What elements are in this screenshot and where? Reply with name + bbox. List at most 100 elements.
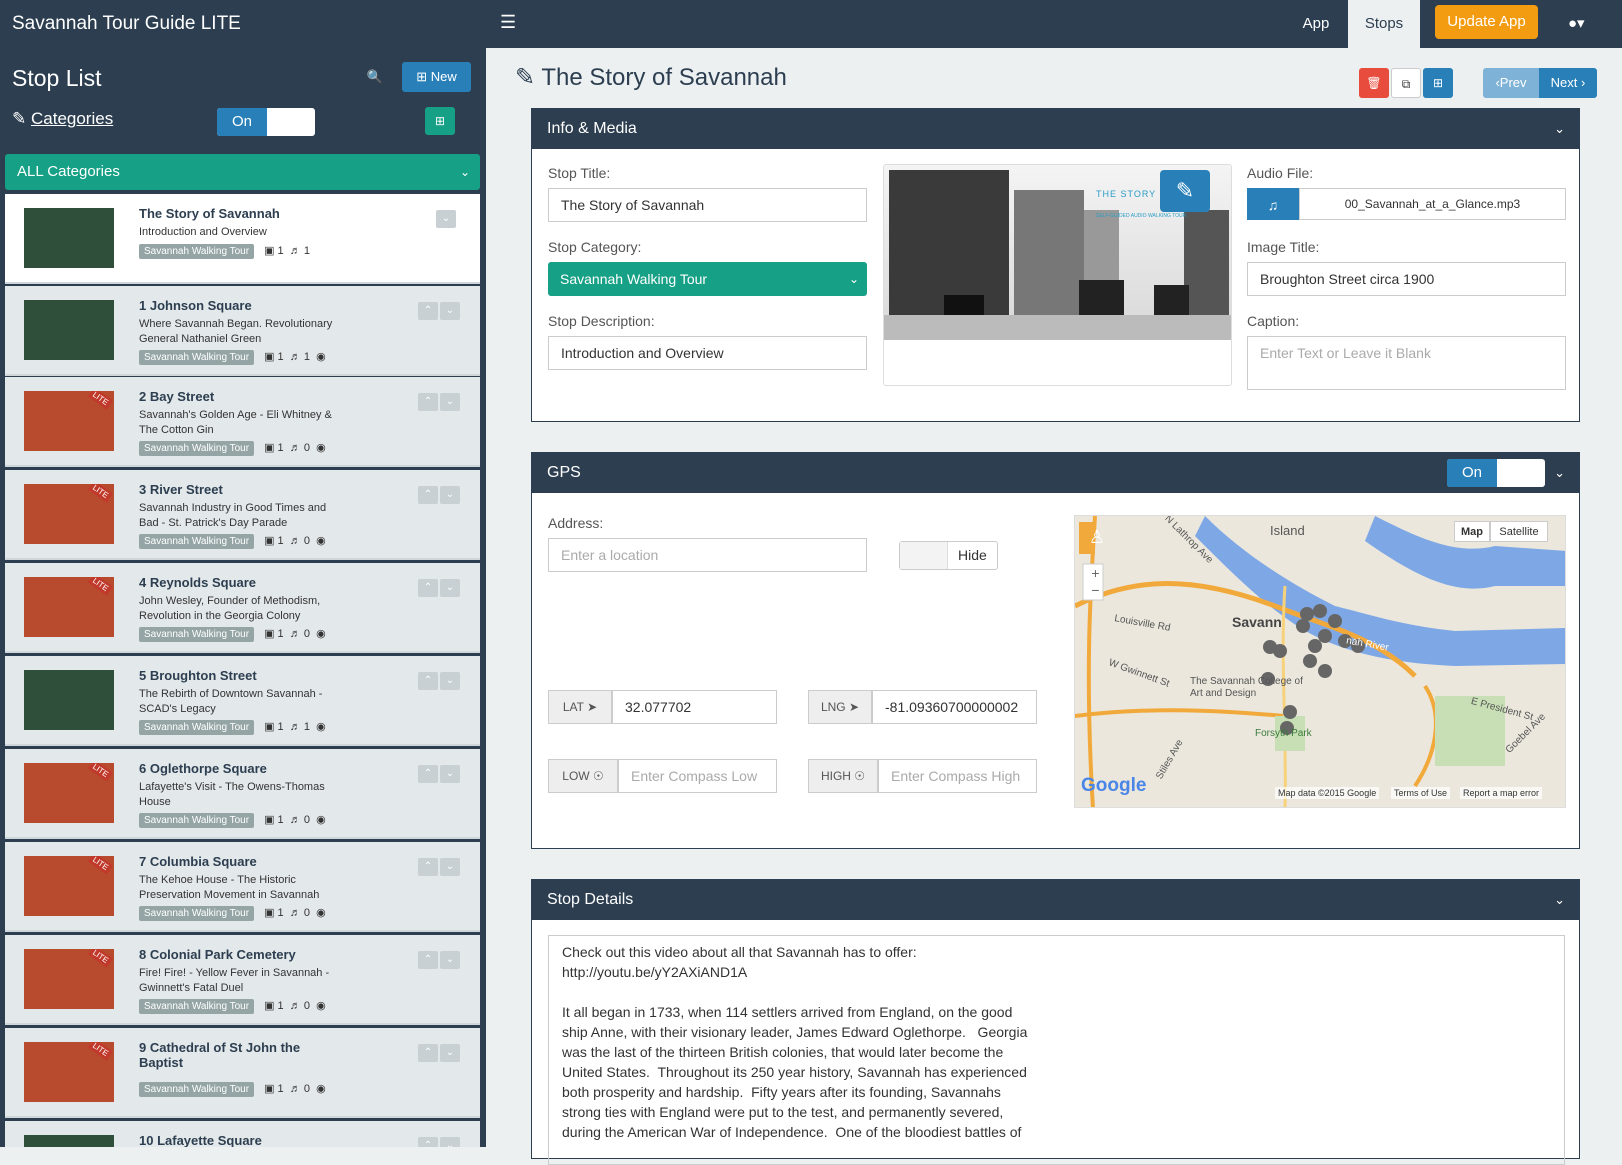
map-label-savannah: Savann — [1232, 614, 1282, 630]
categories-toggle[interactable]: On — [217, 108, 315, 136]
prev-label: Prev — [1499, 75, 1527, 90]
chevron-down-icon[interactable]: ⌄ — [440, 302, 460, 320]
image-title-input[interactable]: Broughton Street circa 1900 — [1247, 262, 1566, 296]
compass-low-input[interactable]: Enter Compass Low — [618, 759, 777, 793]
image-icon: ▣ — [264, 245, 275, 257]
audio-count: 0 — [303, 814, 310, 826]
info-media-header[interactable]: Info & Media ⌄ — [532, 109, 1579, 149]
compass-high-input[interactable]: Enter Compass High — [878, 759, 1037, 793]
user-menu-icon[interactable]: ●▾ — [1568, 14, 1585, 32]
stop-item-title: 8 Colonial Park Cemetery — [139, 947, 296, 962]
chevron-down-icon[interactable]: ⌄ — [440, 951, 460, 969]
stop-list-item[interactable]: 1 Johnson Square Where Savannah Began. Re… — [5, 286, 480, 376]
nav-stops[interactable]: Stops — [1348, 0, 1420, 48]
stop-list-item[interactable]: LITE 2 Bay Street Savannah's Golden Age - … — [5, 377, 480, 467]
headphones-icon[interactable]: ♫ — [1247, 188, 1299, 220]
stop-item-description: Fire! Fire! - Yellow Fever in Savannah -… — [139, 967, 330, 994]
stop-item-meta: Savannah Walking Tour ▣ 1 ♬ 0 ◉ — [139, 627, 326, 642]
stop-list-item[interactable]: 5 Broughton Street The Rebirth of Downtow… — [5, 656, 480, 746]
nav-app[interactable]: App — [1287, 0, 1345, 48]
chevron-up-icon[interactable]: ⌃ — [418, 672, 438, 690]
volume-icon: ♬ — [289, 628, 301, 640]
copy-icon[interactable]: ⧉ — [1391, 68, 1421, 98]
stop-details-editor[interactable]: Check out this video about all that Sava… — [548, 935, 1565, 1165]
prev-button[interactable]: ‹Prev — [1483, 68, 1539, 98]
categories-link[interactable]: ✎ Categories — [12, 109, 113, 129]
chevron-up-icon[interactable]: ⌃ — [418, 1137, 438, 1147]
hide-toggle[interactable]: Hide — [899, 541, 998, 570]
menu-toggle-icon[interactable]: ☰ — [500, 12, 516, 33]
map-type-map-button[interactable]: Map — [1454, 521, 1490, 542]
chevron-up-icon[interactable]: ⌃ — [418, 858, 438, 876]
chevron-up-icon[interactable]: ⌃ — [418, 486, 438, 504]
next-button[interactable]: Next › — [1539, 68, 1597, 98]
caption-textarea[interactable]: Enter Text or Leave it Blank — [1247, 336, 1566, 390]
lat-label: LAT — [562, 700, 584, 714]
stop-list-item[interactable]: LITE 6 Oglethorpe Square Lafayette's Visit… — [5, 749, 480, 839]
chevron-down-icon[interactable]: ⌄ — [440, 486, 460, 504]
lng-input[interactable]: -81.09360700000002 — [872, 690, 1037, 724]
chevron-up-icon[interactable]: ⌃ — [418, 393, 438, 411]
chevron-down-icon[interactable]: ⌄ — [440, 765, 460, 783]
audio-file-input[interactable]: 00_Savannah_at_a_Glance.mp3 — [1299, 188, 1566, 220]
reorder-controls: ⌃ ⌄ — [418, 856, 462, 876]
lat-input[interactable]: 32.077702 — [612, 690, 777, 724]
map-type-satellite-button[interactable]: Satellite — [1490, 521, 1548, 542]
stop-list-item[interactable]: 10 Lafayette SquareThe Notable Frenchman… — [5, 1121, 480, 1147]
image-count: 1 — [277, 351, 284, 363]
chevron-up-icon[interactable]: ⌃ — [418, 302, 438, 320]
address-input[interactable]: Enter a location — [548, 538, 867, 572]
chevron-up-icon[interactable]: ⌃ — [418, 1044, 438, 1062]
category-filter-select[interactable]: ALL Categories ⌄ — [5, 154, 480, 190]
stop-list-item[interactable]: LITE 7 Columbia Square The Kehoe House - T… — [5, 842, 480, 932]
chevron-down-icon[interactable]: ⌄ — [440, 1044, 460, 1062]
google-logo: Google — [1081, 775, 1147, 796]
chevron-up-icon[interactable]: ⌃ — [418, 765, 438, 783]
app-brand[interactable]: Savannah Tour Guide LITE — [12, 13, 241, 35]
stop-item-description: Where Savannah Began. Revolutionary Gene… — [139, 318, 333, 345]
stop-item-meta: Savannah Walking Tour ▣ 1 ♬ 1 ◉ — [139, 350, 326, 365]
chevron-down-icon[interactable]: ⌄ — [436, 210, 456, 228]
stop-list-item[interactable]: The Story of Savannah Introduction and Ov… — [5, 194, 480, 284]
edit-image-button[interactable]: ✎ — [1160, 170, 1210, 212]
stop-category-select[interactable]: Savannah Walking Tour ⌄ — [548, 262, 867, 296]
chevron-down-icon[interactable]: ⌄ — [440, 393, 460, 411]
stop-list-item[interactable]: LITE 4 Reynolds Square John Wesley, Founde… — [5, 563, 480, 653]
update-app-button[interactable]: Update App — [1435, 5, 1538, 39]
category-tag: Savannah Walking Tour — [139, 441, 255, 456]
gps-toggle[interactable]: On — [1447, 459, 1545, 487]
stop-list-item[interactable]: LITE 3 River Street Savannah Industry in G… — [5, 470, 480, 560]
chevron-down-icon: ⌄ — [459, 165, 470, 179]
new-stop-button[interactable]: ⊞ New — [402, 62, 471, 92]
street-view-pegman-icon[interactable]: ♙ — [1084, 518, 1110, 556]
stop-description-input[interactable]: Introduction and Overview — [548, 336, 867, 370]
stop-details-header[interactable]: Stop Details ⌄ — [532, 880, 1579, 920]
stop-list-item[interactable]: LITE 8 Colonial Park Cemetery Fire! Fire! … — [5, 935, 480, 1025]
map-report-link[interactable]: Report a map error — [1460, 787, 1543, 799]
search-icon[interactable]: 🔍 — [357, 62, 393, 92]
chevron-down-icon[interactable]: ⌄ — [440, 858, 460, 876]
map-marker-icon: ◉ — [316, 721, 326, 733]
reorder-controls: ⌃ ⌄ — [418, 1042, 462, 1062]
stop-title-input[interactable]: The Story of Savannah — [548, 188, 867, 222]
map-view[interactable]: Island Savann nah River Louisville Rd W … — [1074, 515, 1566, 808]
stop-image[interactable]: THE STORY OF SAVA SELF-GUIDED AUDIO WALK… — [883, 164, 1232, 386]
add-category-button[interactable]: ⊞ — [425, 107, 455, 135]
map-marker-icon: ◉ — [316, 814, 326, 826]
stop-list-item[interactable]: LITE 9 Cathedral of St John the Baptist Sa… — [5, 1028, 480, 1118]
map-marker-icon: ◉ — [316, 1083, 326, 1095]
zoom-in-icon[interactable]: + — [1087, 565, 1104, 582]
image-icon: ▣ — [264, 814, 275, 826]
chevron-down-icon[interactable]: ⌄ — [440, 672, 460, 690]
add-icon[interactable]: ⊞ — [1423, 68, 1453, 98]
gps-header[interactable]: GPS ⌄ — [532, 453, 1579, 493]
chevron-down-icon[interactable]: ⌄ — [440, 1137, 460, 1147]
chevron-up-icon[interactable]: ⌃ — [418, 951, 438, 969]
map-label-island: Island — [1270, 523, 1305, 538]
delete-icon[interactable]: 🗑 — [1359, 68, 1389, 98]
zoom-out-icon[interactable]: − — [1087, 582, 1104, 599]
chevron-down-icon[interactable]: ⌄ — [440, 579, 460, 597]
low-label: LOW — [562, 769, 590, 783]
chevron-up-icon[interactable]: ⌃ — [418, 579, 438, 597]
map-terms-link[interactable]: Terms of Use — [1391, 787, 1451, 799]
